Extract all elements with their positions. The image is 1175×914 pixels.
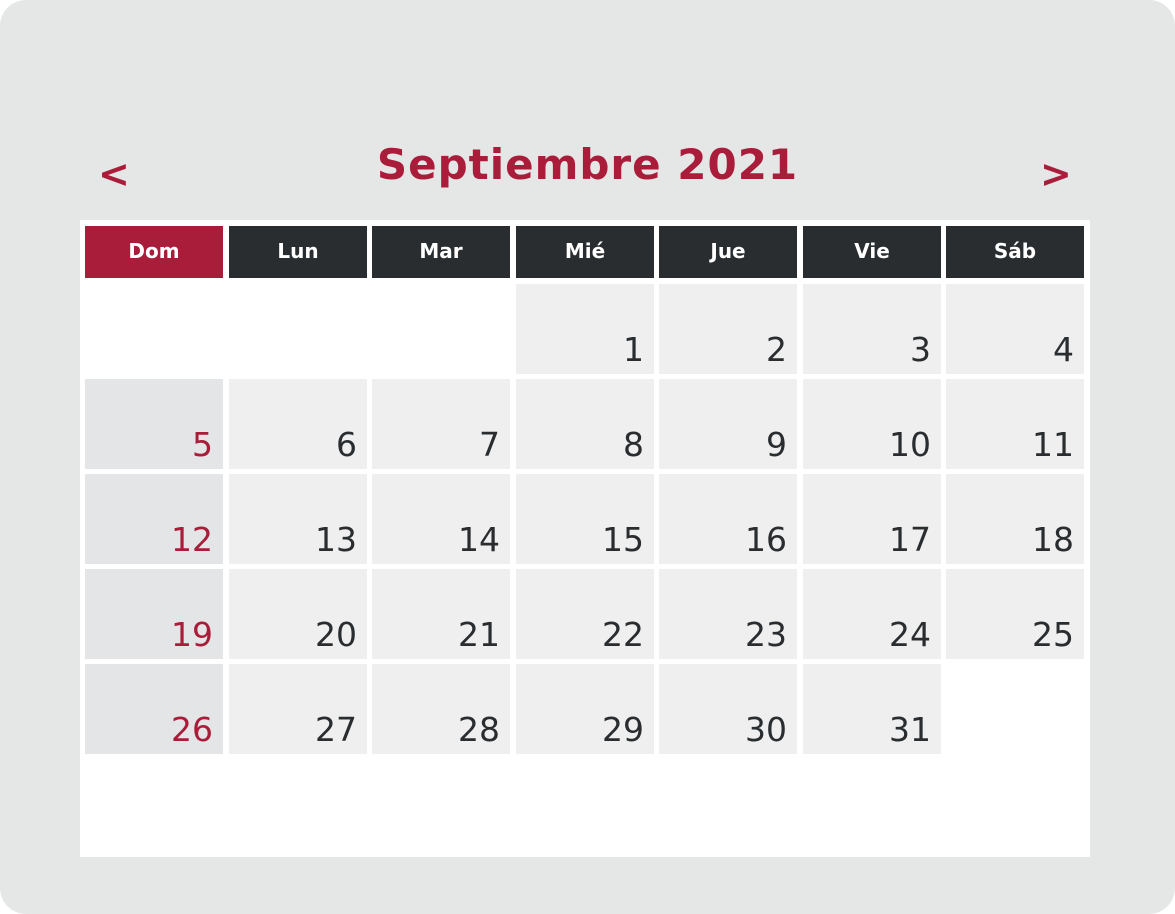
day-cell[interactable]: 17: [803, 474, 941, 564]
day-cell[interactable]: 9: [659, 379, 797, 469]
day-number: 19: [171, 615, 213, 654]
day-cell[interactable]: 16: [659, 474, 797, 564]
day-number: 23: [745, 615, 787, 654]
day-cell[interactable]: 11: [946, 379, 1084, 469]
day-cell[interactable]: 6: [229, 379, 367, 469]
weekday-header-sab: Sáb: [946, 226, 1084, 278]
weekday-header-dom: Dom: [85, 226, 223, 278]
day-cell[interactable]: 20: [229, 569, 367, 659]
day-number: 11: [1032, 425, 1074, 464]
day-cell[interactable]: 10: [803, 379, 941, 469]
weekday-header-jue: Jue: [659, 226, 797, 278]
day-number: 25: [1032, 615, 1074, 654]
day-number: 2: [766, 330, 787, 369]
day-cell[interactable]: 12: [85, 474, 223, 564]
day-number: 10: [889, 425, 931, 464]
day-number: 3: [910, 330, 931, 369]
day-number: 4: [1053, 330, 1074, 369]
day-cell[interactable]: 18: [946, 474, 1084, 564]
empty-day-cell: [229, 284, 367, 374]
day-number: 29: [602, 710, 644, 749]
weekday-header-lun: Lun: [229, 226, 367, 278]
day-cell[interactable]: 2: [659, 284, 797, 374]
day-number: 5: [192, 425, 213, 464]
day-number: 13: [315, 520, 357, 559]
day-number: 12: [171, 520, 213, 559]
day-number: 15: [602, 520, 644, 559]
empty-day-cell: [85, 284, 223, 374]
day-cell[interactable]: 21: [372, 569, 510, 659]
day-cell[interactable]: 26: [85, 664, 223, 754]
day-cell[interactable]: 3: [803, 284, 941, 374]
day-number: 9: [766, 425, 787, 464]
day-cell[interactable]: 13: [229, 474, 367, 564]
day-number: 20: [315, 615, 357, 654]
day-cell[interactable]: 15: [516, 474, 654, 564]
weekday-header-mar: Mar: [372, 226, 510, 278]
day-number: 27: [315, 710, 357, 749]
empty-day-cell: [946, 664, 1084, 754]
day-number: 18: [1032, 520, 1074, 559]
next-month-button[interactable]: >: [1040, 152, 1072, 196]
day-number: 24: [889, 615, 931, 654]
calendar-grid: Dom Lun Mar Mié Jue Vie Sáb 1 2 3 4 5 6 7 8 9 10 1…: [80, 220, 1090, 857]
calendar-frame: < Septiembre 2021 > Dom Lun Mar Mié Jue …: [0, 0, 1175, 914]
day-number: 31: [889, 710, 931, 749]
month-title: Septiembre 2021: [376, 140, 799, 189]
day-cell[interactable]: 7: [372, 379, 510, 469]
day-cell[interactable]: 24: [803, 569, 941, 659]
empty-day-cell: [372, 284, 510, 374]
day-cell[interactable]: 5: [85, 379, 223, 469]
day-number: 6: [336, 425, 357, 464]
day-cell[interactable]: 29: [516, 664, 654, 754]
day-cell[interactable]: 30: [659, 664, 797, 754]
day-cell[interactable]: 1: [516, 284, 654, 374]
day-cell[interactable]: 4: [946, 284, 1084, 374]
day-cell[interactable]: 28: [372, 664, 510, 754]
day-number: 14: [458, 520, 500, 559]
day-number: 22: [602, 615, 644, 654]
day-number: 16: [745, 520, 787, 559]
day-number: 7: [479, 425, 500, 464]
day-cell[interactable]: 23: [659, 569, 797, 659]
day-number: 17: [889, 520, 931, 559]
day-number: 26: [171, 710, 213, 749]
day-cell[interactable]: 27: [229, 664, 367, 754]
weekday-header-vie: Vie: [803, 226, 941, 278]
day-number: 30: [745, 710, 787, 749]
day-number: 28: [458, 710, 500, 749]
weekday-header-mie: Mié: [516, 226, 654, 278]
day-cell[interactable]: 31: [803, 664, 941, 754]
day-number: 21: [458, 615, 500, 654]
day-cell[interactable]: 22: [516, 569, 654, 659]
day-number: 1: [623, 330, 644, 369]
day-number: 8: [623, 425, 644, 464]
day-cell[interactable]: 19: [85, 569, 223, 659]
day-cell[interactable]: 25: [946, 569, 1084, 659]
day-cell[interactable]: 8: [516, 379, 654, 469]
day-cell[interactable]: 14: [372, 474, 510, 564]
